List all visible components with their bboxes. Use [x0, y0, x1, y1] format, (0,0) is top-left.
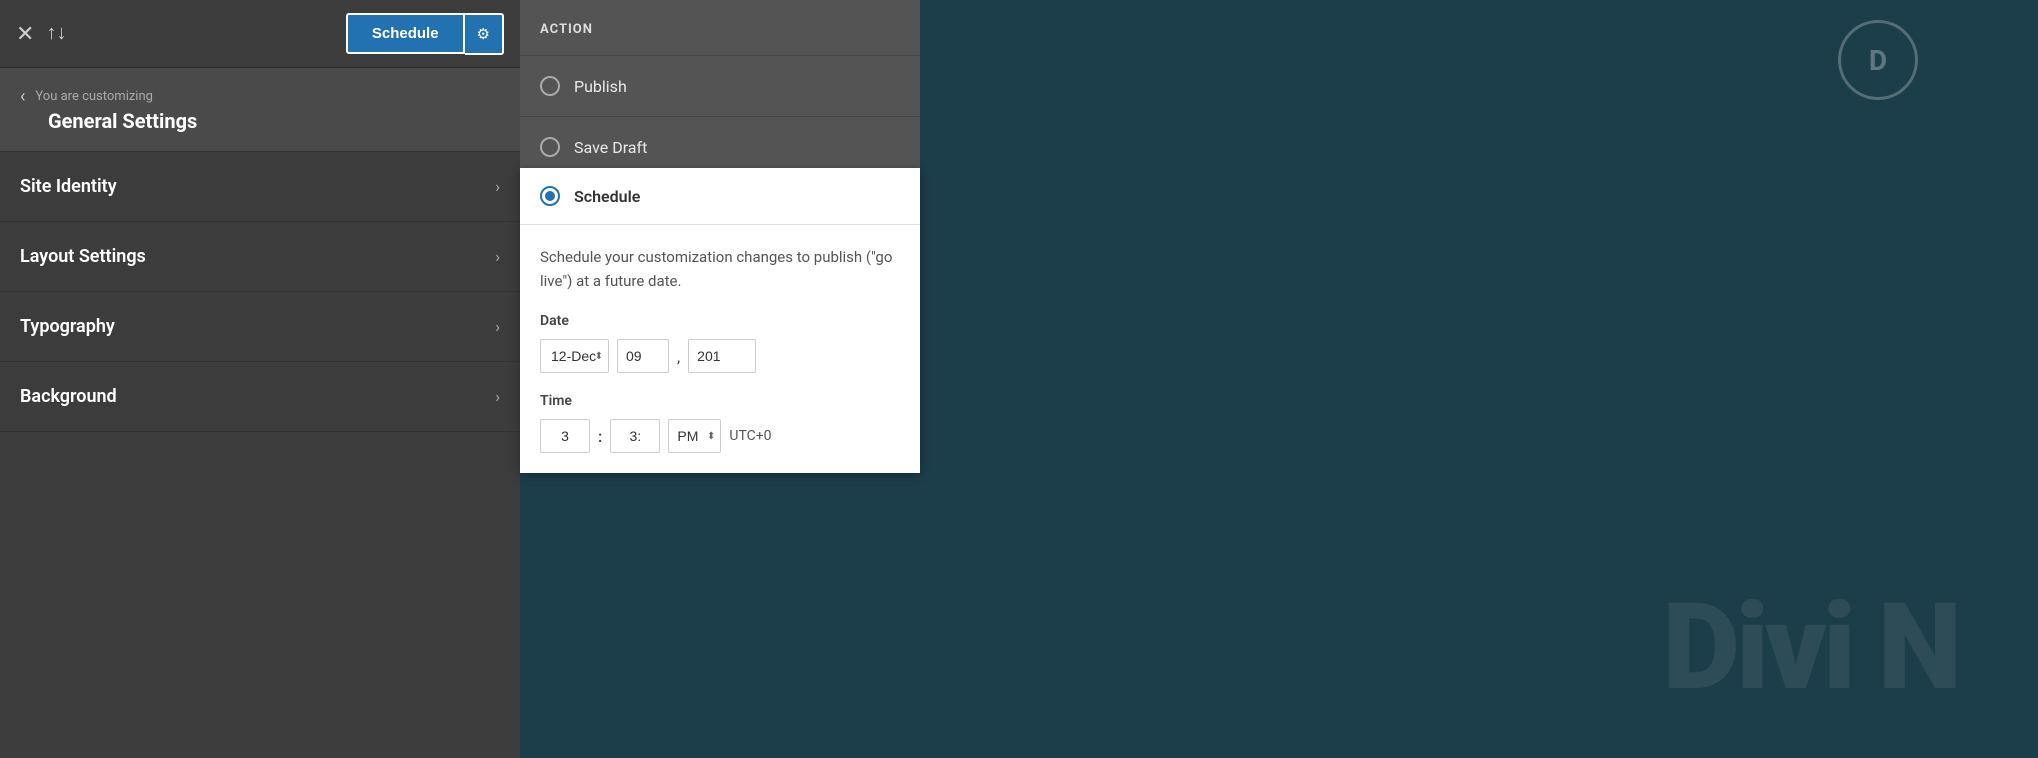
save-draft-radio[interactable]: [540, 137, 560, 157]
nav-items-list: Site Identity › Layout Settings › Typogr…: [0, 152, 520, 758]
date-row: 12-Dec 01-Jan 02-Feb 03-Mar 04-Apr 05-Ma…: [540, 339, 900, 373]
nav-item-site-identity[interactable]: Site Identity ›: [0, 152, 520, 222]
utc-label: UTC+0: [729, 428, 771, 444]
heading-area: ‹ You are customizing General Settings: [0, 68, 520, 152]
site-identity-chevron-icon: ›: [495, 177, 500, 196]
divi-circle-logo: D: [1838, 20, 1918, 100]
schedule-radio[interactable]: [540, 186, 560, 206]
time-label: Time: [540, 393, 900, 409]
action-panel-header: ACTION: [520, 0, 920, 56]
time-colon: :: [598, 427, 602, 446]
layout-settings-label: Layout Settings: [20, 246, 146, 267]
action-title: ACTION: [540, 22, 593, 37]
typography-chevron-icon: ›: [495, 317, 500, 336]
back-chevron-icon[interactable]: ‹: [20, 86, 25, 107]
schedule-option-label: Schedule: [574, 187, 640, 206]
publish-label: Publish: [574, 77, 627, 96]
schedule-description: Schedule your customization changes to p…: [540, 245, 900, 293]
time-row: : PM AM UTC+0: [540, 419, 900, 453]
save-draft-label: Save Draft: [574, 138, 647, 157]
action-option-publish[interactable]: Publish: [520, 56, 920, 117]
top-bar-center: Schedule ⚙: [346, 13, 504, 55]
top-bar: ✕ ↑↓ Schedule ⚙: [0, 0, 520, 68]
reorder-button[interactable]: ↑↓: [46, 22, 66, 45]
schedule-expanded-panel: Schedule Schedule your customization cha…: [520, 168, 920, 473]
background-chevron-icon: ›: [495, 387, 500, 406]
schedule-panel-header: Schedule: [520, 168, 920, 225]
minute-input[interactable]: [610, 419, 660, 453]
ampm-select[interactable]: PM AM: [668, 419, 721, 453]
customizer-sidebar: ✕ ↑↓ Schedule ⚙ ‹ You are customizing Ge…: [0, 0, 520, 758]
gear-icon: ⚙: [477, 26, 490, 43]
page-title: General Settings: [20, 109, 500, 133]
typography-label: Typography: [20, 316, 115, 337]
date-label: Date: [540, 313, 900, 329]
nav-item-typography[interactable]: Typography ›: [0, 292, 520, 362]
nav-item-background[interactable]: Background ›: [0, 362, 520, 432]
site-identity-label: Site Identity: [20, 176, 117, 197]
ampm-select-wrap: PM AM: [668, 419, 721, 453]
layout-settings-chevron-icon: ›: [495, 247, 500, 266]
publish-radio[interactable]: [540, 76, 560, 96]
year-input[interactable]: [688, 339, 756, 373]
schedule-panel-body: Schedule your customization changes to p…: [520, 225, 920, 473]
schedule-button[interactable]: Schedule: [346, 13, 465, 54]
month-select[interactable]: 12-Dec 01-Jan 02-Feb 03-Mar 04-Apr 05-Ma…: [540, 339, 609, 373]
month-select-wrap: 12-Dec 01-Jan 02-Feb 03-Mar 04-Apr 05-Ma…: [540, 339, 609, 373]
top-bar-left: ✕ ↑↓: [16, 22, 66, 45]
close-button[interactable]: ✕: [16, 23, 34, 45]
customizing-label: You are customizing: [35, 89, 153, 104]
date-comma: ,: [677, 347, 680, 366]
hour-input[interactable]: [540, 419, 590, 453]
back-nav: ‹ You are customizing: [20, 86, 500, 107]
gear-button[interactable]: ⚙: [465, 13, 504, 55]
divi-bg-text: Divi N: [1662, 578, 1958, 718]
nav-item-layout-settings[interactable]: Layout Settings ›: [0, 222, 520, 292]
background-label: Background: [20, 386, 117, 407]
day-input[interactable]: [617, 339, 669, 373]
